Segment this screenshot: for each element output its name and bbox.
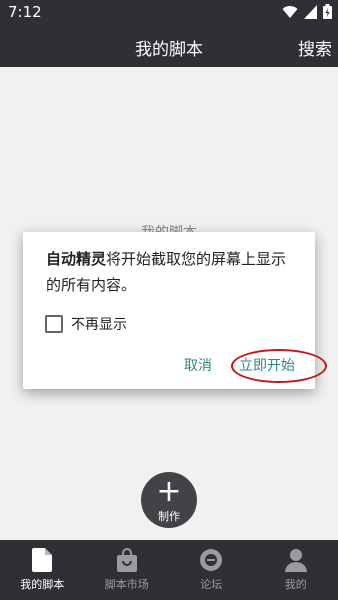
forum-icon: [200, 549, 223, 571]
plus-icon: +: [156, 474, 182, 509]
screen-capture-dialog: 自动精灵将开始截取您的屏幕上显示的所有内容。 不再显示 取消 立即开始: [23, 232, 327, 389]
nav-item-forum[interactable]: 论坛: [169, 540, 254, 600]
highlight-circle: [231, 349, 327, 383]
dialog-message: 自动精灵将开始截取您的屏幕上显示的所有内容。: [46, 246, 296, 298]
create-script-button[interactable]: + 制作: [141, 472, 197, 528]
nav-item-me[interactable]: 我的: [254, 540, 338, 600]
person-icon: [284, 549, 307, 572]
app-bar: 我的脚本 搜索: [0, 24, 338, 67]
signal-icon: [304, 4, 317, 19]
status-icons: [282, 4, 332, 19]
page-title: 我的脚本: [135, 40, 203, 60]
cancel-button[interactable]: 取消: [184, 355, 212, 375]
nav-item-script-market[interactable]: 脚本市场: [85, 540, 170, 600]
dont-show-again-checkbox[interactable]: [45, 315, 63, 333]
dont-show-again-label: 不再显示: [71, 317, 127, 333]
dont-show-again-row[interactable]: 不再显示: [45, 314, 127, 334]
wifi-icon: [282, 5, 298, 18]
nav-label-my-scripts: 我的脚本: [20, 578, 65, 591]
nav-label-me: 我的: [284, 578, 307, 591]
nav-label-script-market: 脚本市场: [104, 578, 149, 591]
nav-label-forum: 论坛: [200, 578, 223, 591]
create-label: 制作: [158, 510, 180, 523]
search-button[interactable]: 搜索: [298, 35, 332, 60]
bottom-navigation: 我的脚本 脚本市场 论坛 我的: [0, 540, 338, 600]
shopping-bag-icon: [116, 548, 137, 572]
nav-item-my-scripts[interactable]: 我的脚本: [0, 540, 85, 600]
dialog-app-name: 自动精灵: [46, 250, 107, 268]
battery-icon: [323, 4, 332, 19]
status-time: 7:12: [8, 3, 42, 21]
status-bar: 7:12: [0, 0, 338, 24]
document-icon: [32, 548, 53, 572]
